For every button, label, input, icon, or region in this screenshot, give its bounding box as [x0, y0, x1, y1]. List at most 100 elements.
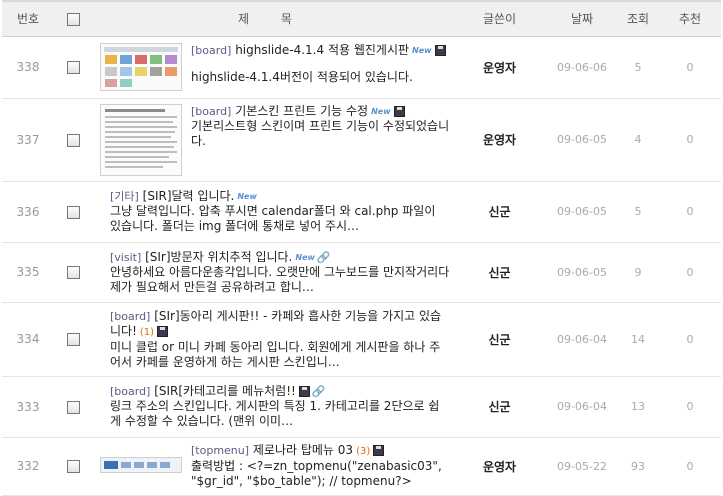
post-subject: [board] 기본스킨 프린트 기능 수정 New 기본리스트형 스킨이며 프린… — [92, 98, 453, 182]
post-recommend: 0 — [659, 437, 721, 496]
post-category[interactable]: [visit] — [110, 251, 141, 264]
post-subject: [board] highslide-4.1.4 적용 웹진게시판 New high… — [92, 36, 452, 99]
post-category[interactable]: [board] — [110, 385, 150, 398]
row-checkbox[interactable] — [66, 333, 80, 346]
post-number: 335 — [2, 242, 54, 303]
col-header-title: 제 목 — [92, 0, 452, 37]
post-writer[interactable]: 운영자 — [452, 437, 547, 496]
post-title-link[interactable]: [SIR]달력 입니다. — [143, 189, 235, 203]
post-hits: 5 — [617, 181, 659, 243]
thumbnail-image — [101, 44, 181, 90]
post-excerpt[interactable]: 미니 클럽 or 미니 카페 동아리 입니다. 회원에게 게시판을 하나 주어서… — [110, 340, 450, 370]
post-title-link[interactable]: [SIR[카테고리를 메뉴처럼!! — [154, 384, 296, 398]
link-icon: 🔗 — [311, 385, 326, 398]
post-category[interactable]: [topmenu] — [191, 444, 249, 457]
row-checkbox[interactable] — [66, 400, 80, 414]
post-recommend: 0 — [659, 242, 721, 303]
post-excerpt[interactable]: 그냥 달력입니다. 압축 푸시면 calendar폴더 와 cal.php 파일… — [110, 204, 450, 234]
post-number: 334 — [2, 302, 54, 377]
row-checkbox[interactable] — [66, 205, 80, 219]
new-badge-icon: New — [237, 192, 257, 201]
post-thumbnail[interactable] — [100, 457, 182, 473]
post-excerpt[interactable]: 기본리스트형 스킨이며 프린트 기능이 수정되었습니다. — [191, 119, 453, 149]
board-list-table: 번호 제 목 글쓴이 날짜 조회 추천 338 [board] highslid… — [2, 0, 721, 496]
post-category[interactable]: [board] — [191, 105, 231, 118]
post-number: 333 — [2, 376, 54, 438]
new-badge-icon: New — [412, 46, 432, 55]
post-date: 09-06-04 — [547, 302, 617, 377]
post-excerpt[interactable]: 출력방법 : <?=zn_topmenu("zenabasic03", "$gr… — [191, 459, 452, 489]
thumbnail-image — [101, 104, 181, 175]
file-attachment-icon — [157, 325, 169, 337]
table-row: 337 [board] 기본스킨 프린트 기능 수정 New 기본리스트형 스킨… — [2, 98, 721, 182]
post-writer[interactable]: 신군 — [452, 376, 547, 438]
post-recommend: 0 — [659, 98, 721, 182]
post-category[interactable]: [board] — [110, 310, 150, 323]
post-number: 337 — [2, 98, 54, 182]
post-excerpt[interactable]: 안녕하세요 아름다운총각입니다. 오랫만에 그누보드를 만지작거리다 제가 필요… — [110, 265, 450, 295]
post-category[interactable]: [board] — [191, 44, 231, 57]
post-thumbnail[interactable] — [100, 103, 182, 176]
file-attachment-icon — [298, 386, 310, 397]
col-header-num: 번호 — [2, 0, 54, 37]
post-subject: [board] [SIR[카테고리를 메뉴처럼!! 🔗 링크 주소의 스킨입니다.… — [92, 376, 452, 438]
row-checkbox[interactable] — [66, 460, 80, 473]
table-header-row: 번호 제 목 글쓴이 날짜 조회 추천 — [2, 0, 721, 37]
file-attachment-icon — [393, 105, 405, 117]
post-thumbnail[interactable] — [100, 43, 182, 91]
thumbnail-image — [101, 458, 181, 472]
col-header-date: 날짜 — [547, 0, 617, 37]
table-row: 333 [board] [SIR[카테고리를 메뉴처럼!! 🔗 링크 주소의 스킨… — [2, 376, 721, 438]
post-date: 09-05-22 — [547, 437, 617, 496]
post-writer[interactable]: 운영자 — [452, 36, 547, 99]
row-checkbox[interactable] — [66, 266, 80, 279]
table-row: 338 [board] highslide-4.1.4 적용 웹진게시판 New… — [2, 36, 721, 99]
post-title-link[interactable]: 기본스킨 프린트 기능 수정 — [235, 104, 368, 118]
post-date: 09-06-04 — [547, 376, 617, 438]
post-date: 09-06-05 — [547, 181, 617, 243]
post-excerpt[interactable]: highslide-4.1.4버전이 적용되어 있습니다. — [191, 70, 446, 85]
file-attachment-icon — [373, 445, 385, 456]
post-title-link[interactable]: 제로나라 탑메뉴 03 — [253, 443, 353, 457]
post-writer[interactable]: 신군 — [452, 181, 547, 243]
post-recommend: 0 — [659, 181, 721, 243]
post-recommend: 0 — [659, 376, 721, 438]
post-subject: [board] [SIr]동아리 게시판!! - 카페와 흡사한 기능을 가지고… — [92, 302, 452, 377]
table-row: 334 [board] [SIr]동아리 게시판!! - 카페와 흡사한 기능을… — [2, 302, 721, 377]
post-subject: [기타] [SIR]달력 입니다. New 그냥 달력입니다. 압축 푸시면 ca… — [92, 181, 452, 243]
col-header-recommend: 추천 — [659, 0, 721, 37]
post-writer[interactable]: 신군 — [452, 302, 547, 377]
post-writer[interactable]: 운영자 — [452, 98, 547, 182]
col-header-hits: 조회 — [617, 0, 659, 37]
post-hits: 13 — [617, 376, 659, 438]
col-header-writer: 글쓴이 — [452, 0, 547, 37]
post-subject: [topmenu] 제로나라 탑메뉴 03 (3) 출력방법 : <?=zn_to… — [92, 437, 452, 496]
row-checkbox[interactable] — [66, 133, 80, 147]
post-hits: 9 — [617, 242, 659, 303]
row-checkbox[interactable] — [66, 61, 80, 74]
post-excerpt[interactable]: 링크 주소의 스킨입니다. 게시판의 특징 1. 카테고리를 2단으로 쉽게 수… — [110, 399, 450, 429]
post-date: 09-06-05 — [547, 242, 617, 303]
post-recommend: 0 — [659, 302, 721, 377]
table-row: 335 [visit] [SIr]방문자 위치추적 입니다. New 🔗 안녕하세요… — [2, 242, 721, 303]
file-attachment-icon — [434, 45, 446, 56]
link-icon: 🔗 — [316, 250, 331, 264]
col-header-select-all — [54, 0, 92, 37]
comment-count: (1) — [139, 326, 155, 338]
table-row: 332 [topmenu] 제로나라 탑메뉴 03 (3) 출력방법: <?=… — [2, 437, 721, 496]
post-number: 336 — [2, 181, 54, 243]
post-date: 09-06-06 — [547, 36, 617, 99]
post-title-link[interactable]: highslide-4.1.4 적용 웹진게시판 — [235, 43, 409, 57]
post-number: 332 — [2, 437, 54, 496]
post-title-link[interactable]: [SIr]방문자 위치추적 입니다. — [145, 250, 292, 264]
post-number: 338 — [2, 36, 54, 99]
post-hits: 5 — [617, 36, 659, 99]
table-row: 336 [기타] [SIR]달력 입니다. New 그냥 달력입니다. 압축 푸시… — [2, 181, 721, 243]
post-category[interactable]: [기타] — [110, 190, 139, 203]
new-badge-icon: New — [371, 106, 391, 116]
select-all-checkbox[interactable] — [66, 12, 80, 26]
post-date: 09-06-05 — [547, 98, 617, 182]
post-writer[interactable]: 신군 — [452, 242, 547, 303]
post-hits: 93 — [617, 437, 659, 496]
post-subject: [visit] [SIr]방문자 위치추적 입니다. New 🔗 안녕하세요 아름다… — [92, 242, 452, 303]
